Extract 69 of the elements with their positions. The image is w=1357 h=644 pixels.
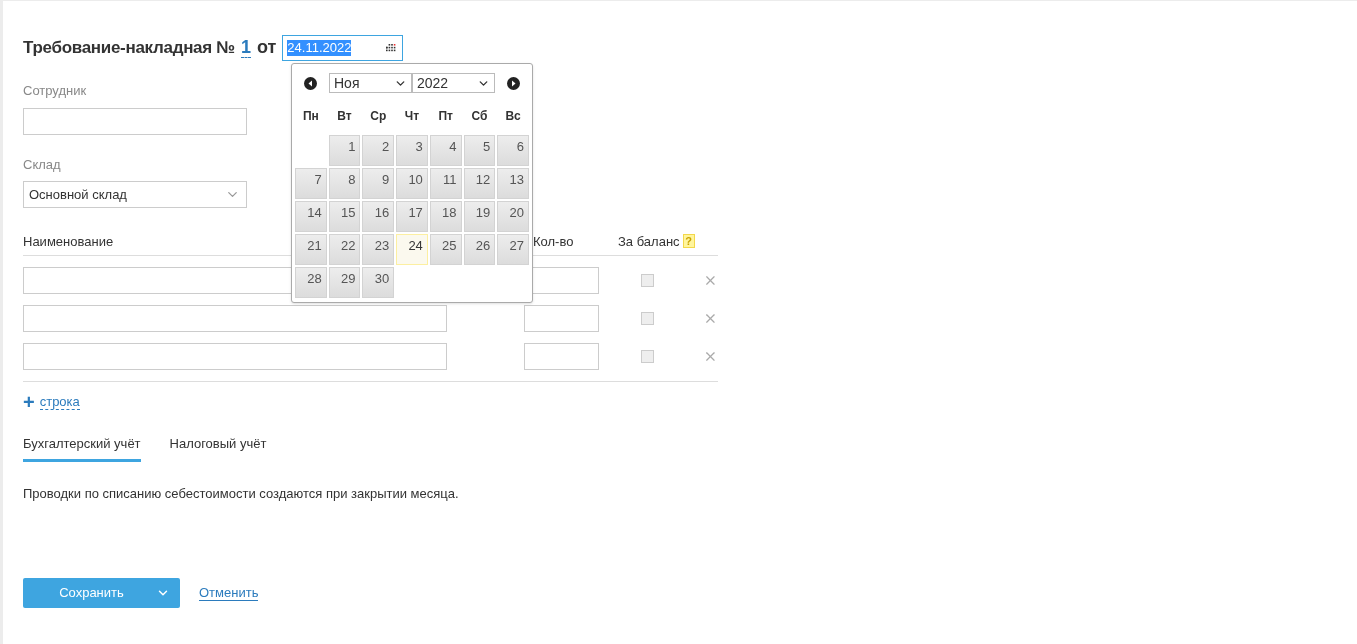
- weekday-label: Вс: [504, 108, 522, 125]
- delete-icon[interactable]: [703, 273, 718, 288]
- name-field[interactable]: [23, 343, 448, 370]
- column-header: Кол-во: [533, 233, 574, 249]
- column-header: За баланс: [618, 232, 680, 251]
- calendar-day[interactable]: 10: [396, 168, 428, 199]
- quantity-field[interactable]: [524, 305, 600, 332]
- delete-icon[interactable]: [703, 349, 718, 364]
- year-select[interactable]: 2022: [412, 73, 495, 93]
- note-text: Проводки по списанию себестоимости создаются при закрытии месяца.: [23, 484, 460, 503]
- calendar-day[interactable]: 7: [295, 168, 327, 199]
- previous-month-icon[interactable]: [304, 76, 317, 90]
- employee-field[interactable]: [23, 107, 247, 135]
- calendar-day[interactable]: 17: [396, 201, 428, 232]
- calendar-day[interactable]: 6: [497, 135, 529, 166]
- weekday-label: Сб: [470, 108, 489, 125]
- checkbox[interactable]: [641, 350, 655, 363]
- calendar-day[interactable]: 24: [396, 234, 428, 265]
- calendar-day[interactable]: 2: [362, 135, 395, 166]
- date-field[interactable]: 24.11.2022: [282, 34, 404, 61]
- weekday-label: Ср: [369, 108, 388, 125]
- delete-icon[interactable]: [703, 311, 718, 326]
- calendar-day[interactable]: 30: [362, 267, 395, 298]
- calendar-day[interactable]: 5: [463, 135, 496, 166]
- page-title: Требование-накладная №: [23, 36, 235, 59]
- document-number[interactable]: 1: [240, 37, 251, 58]
- calendar-day[interactable]: 13: [497, 168, 529, 199]
- next-month-icon[interactable]: [507, 76, 520, 90]
- add-row-link[interactable]: строка: [39, 394, 80, 410]
- plus-icon[interactable]: +: [23, 394, 35, 410]
- title-from: от: [256, 36, 277, 59]
- field-label: Сотрудник: [23, 82, 87, 100]
- weekday-label: Пн: [301, 108, 320, 125]
- column-header: Наименование: [23, 233, 114, 249]
- calendar-day[interactable]: 16: [362, 201, 395, 232]
- calendar-day[interactable]: 8: [328, 168, 361, 199]
- tab[interactable]: Бухгалтерский учёт: [23, 434, 141, 462]
- calendar-day[interactable]: 9: [362, 168, 395, 199]
- calendar-day[interactable]: 27: [497, 234, 529, 265]
- calendar-day[interactable]: 23: [362, 234, 395, 265]
- checkbox[interactable]: [641, 274, 655, 287]
- weekday-label: Чт: [403, 108, 421, 125]
- weekday-label: Пт: [437, 108, 454, 125]
- calendar-day[interactable]: 12: [463, 168, 496, 199]
- field-label: Склад: [23, 155, 61, 174]
- warehouse-select[interactable]: Основной склад: [23, 181, 247, 208]
- calendar-day[interactable]: 14: [295, 201, 327, 232]
- calendar-day[interactable]: 3: [396, 135, 428, 166]
- calendar-day[interactable]: 25: [429, 234, 462, 265]
- calendar-day[interactable]: 21: [295, 234, 327, 265]
- calendar-day[interactable]: 20: [497, 201, 529, 232]
- weekday-label: Вт: [336, 108, 353, 125]
- calendar-day[interactable]: 26: [463, 234, 496, 265]
- calendar-day[interactable]: 18: [429, 201, 462, 232]
- calendar-day[interactable]: 19: [463, 201, 496, 232]
- month-select[interactable]: Ноя: [329, 73, 412, 93]
- calendar-day[interactable]: 11: [429, 168, 462, 199]
- calendar-day[interactable]: 1: [328, 135, 361, 166]
- cancel-link[interactable]: Отменить: [199, 585, 259, 601]
- calendar-day[interactable]: 28: [295, 267, 327, 298]
- quantity-field[interactable]: [524, 343, 600, 370]
- calendar-icon[interactable]: [386, 43, 397, 52]
- checkbox[interactable]: [641, 312, 655, 325]
- name-field[interactable]: [23, 305, 448, 332]
- calendar-day[interactable]: 15: [328, 201, 361, 232]
- calendar-day[interactable]: 29: [328, 267, 361, 298]
- calendar-day[interactable]: 4: [429, 135, 462, 166]
- tab[interactable]: Налоговый учёт: [169, 434, 267, 462]
- calendar-day[interactable]: 22: [328, 234, 361, 265]
